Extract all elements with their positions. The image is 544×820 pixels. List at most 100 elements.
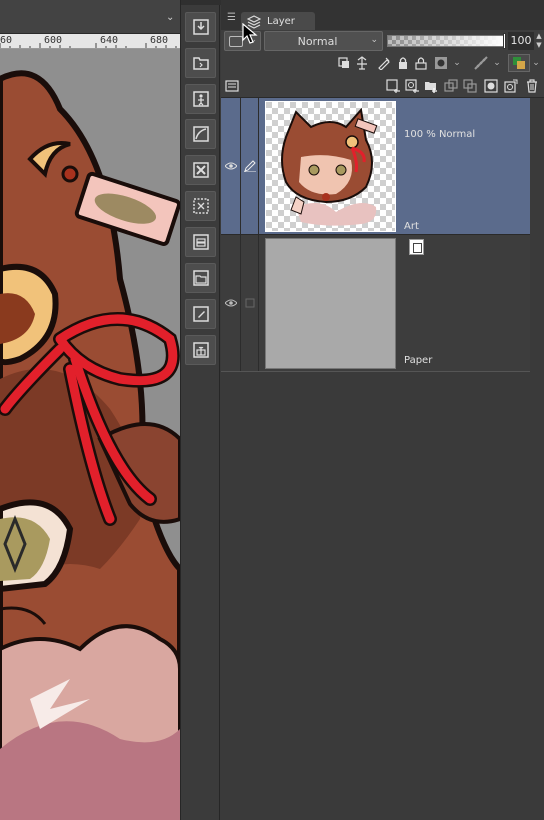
delete-layer-icon (527, 79, 537, 93)
merge-icon (192, 234, 209, 250)
app-window: ⌄ 60 600 640 680 ☰ Layer ⌄ Normal ⌄ 100 … (0, 0, 544, 820)
delete-icon (192, 162, 209, 178)
layer-name-art: Art (404, 221, 419, 232)
lock-transparent-button[interactable] (413, 55, 429, 71)
new-vector-icon (405, 79, 419, 93)
mask-layer-button[interactable] (503, 78, 519, 94)
transform-icon (192, 198, 209, 214)
brush-curve-icon (192, 126, 209, 142)
new-folder-icon (425, 82, 437, 93)
layer-info-art: 100 % Normal (404, 129, 476, 140)
layer-toolbar-row2 (221, 74, 544, 98)
reference-button[interactable] (354, 55, 370, 71)
blend-opacity-row: ⌄ Normal ⌄ 100 ▲ ▼ (221, 30, 544, 52)
layer-thumbnail-art (265, 101, 396, 232)
gift-icon (192, 342, 209, 358)
panel-menu-icon[interactable]: ☰ (227, 12, 236, 23)
layer-row-paper[interactable]: Paper (221, 235, 530, 372)
chevron-down-button[interactable]: ⌄ (449, 55, 465, 71)
mask-add-button[interactable] (483, 78, 499, 94)
lock-transparent-icon (415, 57, 427, 70)
merge-down-icon (463, 79, 477, 93)
folder-button[interactable] (185, 48, 216, 78)
mask-icon (435, 57, 447, 69)
layer-list-scrollbar[interactable] (530, 98, 544, 820)
command-bar (180, 0, 221, 820)
import-icon (192, 19, 209, 35)
color-icon (513, 57, 525, 69)
lock-icon (399, 57, 407, 69)
folder-icon (192, 57, 209, 70)
new-raster-button[interactable] (385, 78, 401, 94)
copy-layer-button[interactable] (443, 78, 459, 94)
edit-layer-button[interactable] (185, 299, 216, 329)
chevron-down-button[interactable]: ⌄ (530, 55, 542, 71)
merge-button[interactable] (185, 227, 216, 257)
chevron-down-button[interactable]: ⌄ (489, 55, 505, 71)
chevron-down-icon: ⌄ (532, 58, 540, 68)
layer-name-paper: Paper (404, 355, 433, 366)
delete-button[interactable] (185, 155, 216, 185)
draft-icon (378, 57, 390, 70)
new-folder-button[interactable] (423, 78, 439, 94)
canvas-area[interactable]: ⌄ 60 600 640 680 (0, 0, 180, 820)
paper-layer-icon (409, 239, 424, 255)
layer-property-button[interactable] (185, 84, 216, 114)
blend-mode-value: Normal (297, 35, 338, 48)
import-button[interactable] (185, 12, 216, 42)
empty-box-icon (245, 298, 254, 308)
canvas-tab-bar: ⌄ (0, 0, 180, 34)
visibility-toggle[interactable] (221, 98, 241, 234)
layer-color-button[interactable] (508, 54, 530, 72)
merge-down-button[interactable] (462, 78, 478, 94)
gift-button[interactable] (185, 335, 216, 365)
brush-curve-button[interactable] (185, 119, 216, 149)
opacity-input[interactable]: 100 (508, 32, 534, 50)
chevron-down-icon[interactable]: ⌄ (166, 13, 176, 23)
lock-button[interactable] (395, 55, 411, 71)
art-thumbnail-image (281, 107, 378, 226)
clip-icon (338, 57, 349, 68)
ruler-button[interactable] (473, 55, 489, 71)
clip-button[interactable] (336, 55, 352, 71)
eye-icon (224, 162, 237, 170)
layer-color-swatch (229, 36, 243, 47)
layer-list-icon (225, 80, 239, 92)
opacity-slider[interactable] (387, 33, 506, 49)
mask-button[interactable] (433, 55, 449, 71)
opacity-spinner[interactable]: ▲ ▼ (534, 32, 544, 50)
ruler-icon (474, 56, 488, 70)
chevron-down-icon: ⌄ (370, 35, 378, 45)
folder-layer-button[interactable] (185, 263, 216, 293)
visibility-toggle[interactable] (221, 235, 241, 371)
reference-icon (357, 56, 367, 70)
ruler-ticks (0, 43, 177, 48)
tab-layer-label: Layer (267, 16, 295, 27)
layer-toolbar-row1: ⌄ ⌄ ⌄ (221, 52, 544, 74)
edit-target-toggle[interactable] (241, 235, 259, 371)
copy-layer-icon (444, 79, 458, 92)
opacity-slider-thumb[interactable] (503, 33, 506, 49)
new-vector-button[interactable] (404, 78, 420, 94)
chevron-down-icon: ⌄ (453, 58, 461, 68)
blend-mode-select[interactable]: Normal ⌄ (264, 31, 383, 51)
horizontal-ruler: 60 600 640 680 (0, 34, 180, 49)
mask-layer-icon (504, 79, 518, 93)
delete-layer-button[interactable] (524, 78, 540, 94)
transform-button[interactable] (185, 191, 216, 221)
chevron-down-icon: ⌄ (493, 58, 501, 68)
command-bar-grip[interactable] (181, 0, 221, 5)
layer-row-art[interactable]: 100 % Normal Art (221, 98, 530, 235)
mouse-cursor-icon (242, 23, 258, 44)
pencil-icon (243, 160, 256, 172)
mask-add-icon (484, 79, 498, 93)
layer-list-button[interactable] (224, 78, 240, 94)
eye-icon (224, 299, 237, 307)
folder-layer-icon (192, 270, 209, 286)
draft-button[interactable] (376, 55, 392, 71)
new-raster-icon (386, 79, 400, 93)
panel-header: ☰ Layer (221, 0, 544, 31)
edit-target-toggle[interactable] (241, 98, 259, 234)
layer-thumbnail-paper (265, 238, 396, 369)
edit-layer-icon (192, 306, 209, 322)
